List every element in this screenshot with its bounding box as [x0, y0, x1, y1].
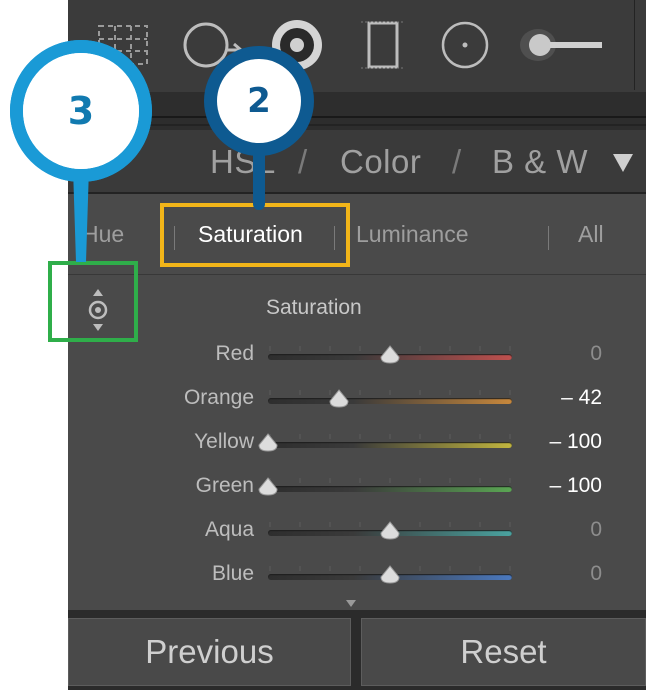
slider-value[interactable]: – 100 [549, 430, 602, 454]
callout-pin-3: 3 [9, 40, 152, 262]
slider-knob[interactable] [378, 521, 402, 541]
button-bar: Previous Reset [68, 610, 646, 690]
slider-row-blue: Blue 0 [68, 562, 646, 602]
slider-ticks [269, 390, 511, 395]
slider-value[interactable]: 0 [590, 518, 602, 542]
slider-knob[interactable] [378, 345, 402, 365]
slider-label: Green [195, 474, 254, 497]
radial-filter-icon[interactable] [432, 0, 498, 90]
hsl-subtabs: Hue Saturation Luminance All [68, 194, 646, 275]
slider-label: Blue [211, 562, 254, 585]
slider-row-green: Green – 100 [68, 474, 646, 514]
slider-knob[interactable] [327, 389, 351, 409]
slider-track[interactable] [268, 486, 512, 492]
targeted-tool-highlight [48, 261, 138, 342]
slider-ticks [269, 478, 511, 483]
tool-strip [68, 0, 646, 94]
slider-knob[interactable] [256, 433, 280, 453]
callout-number: 3 [67, 89, 95, 133]
tab-all[interactable]: All [578, 221, 604, 248]
panel-separator [68, 92, 646, 130]
slider-label: Red [215, 342, 254, 365]
slider-value[interactable]: 0 [590, 342, 602, 366]
tab-divider [548, 226, 549, 250]
graduated-filter-icon[interactable] [350, 0, 416, 90]
slider-knob[interactable] [256, 477, 280, 497]
slider-knob[interactable] [378, 565, 402, 585]
tab-bw[interactable]: B & W [492, 143, 588, 181]
slider-row-yellow: Yellow – 100 [68, 430, 646, 470]
slider-value[interactable]: 0 [590, 562, 602, 586]
slider-ticks [269, 434, 511, 439]
collapse-triangle-icon[interactable] [613, 154, 633, 172]
reset-button[interactable]: Reset [361, 618, 646, 686]
slider-row-red: Red 0 [68, 342, 646, 382]
previous-button[interactable]: Previous [68, 618, 351, 686]
section-title: Saturation [266, 296, 362, 319]
panel-end-arrow-icon [346, 600, 356, 607]
callout-pin-2: 2 [204, 46, 314, 216]
slider-label: Aqua [204, 518, 254, 541]
slider-row-aqua: Aqua 0 [68, 518, 646, 558]
slider-label: Yellow [194, 430, 254, 453]
hsl-panel-header: HSL / Color / B & W [68, 130, 646, 194]
tab-color[interactable]: Color [340, 143, 421, 181]
header-separator: / [452, 143, 462, 180]
adjustment-brush-icon[interactable] [512, 0, 612, 90]
slider-value[interactable]: – 42 [561, 386, 602, 410]
slider-label: Orange [183, 386, 254, 409]
tab-luminance[interactable]: Luminance [356, 221, 469, 248]
slider-track[interactable] [268, 398, 512, 404]
callout-number: 2 [247, 81, 271, 121]
slider-row-orange: Orange – 42 [68, 386, 646, 426]
slider-value[interactable]: – 100 [549, 474, 602, 498]
slider-track[interactable] [268, 442, 512, 448]
develop-panel: HSL / Color / B & W Hue Saturation Lumin… [68, 0, 646, 690]
